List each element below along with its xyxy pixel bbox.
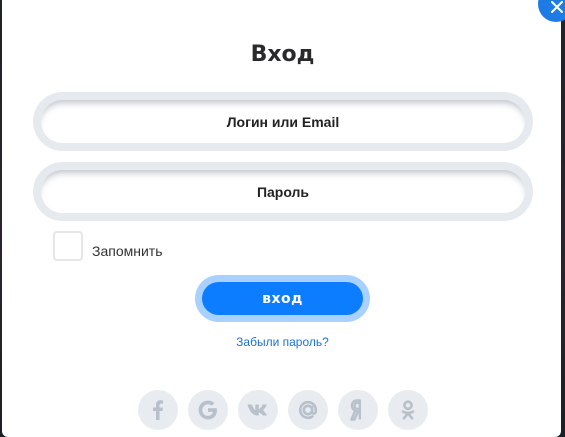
social-ok-button[interactable] (388, 390, 428, 430)
social-vk-button[interactable] (238, 390, 278, 430)
social-facebook-button[interactable] (138, 390, 178, 430)
social-mail-button[interactable] (288, 390, 328, 430)
modal-title: Вход (250, 42, 315, 67)
social-yandex-button[interactable] (338, 390, 378, 430)
login-button[interactable]: вход (202, 282, 363, 315)
mail-at-icon (298, 400, 318, 420)
social-login-bar (138, 390, 433, 430)
facebook-icon (153, 400, 164, 420)
login-field-wrapper (33, 92, 533, 151)
remember-label: Запомнить (92, 243, 163, 259)
remember-checkbox[interactable] (53, 231, 83, 261)
vk-icon (247, 404, 267, 416)
password-input[interactable] (41, 170, 525, 213)
login-input[interactable] (41, 100, 525, 143)
login-button-wrapper: вход (195, 275, 370, 322)
yandex-icon (350, 399, 361, 421)
forgot-password-link[interactable]: Забыли пароль? (0, 335, 565, 349)
social-google-button[interactable] (188, 390, 228, 430)
google-icon (198, 400, 217, 420)
password-field-wrapper (33, 162, 533, 221)
close-icon (551, 1, 563, 13)
odnoklassniki-icon (401, 400, 415, 420)
